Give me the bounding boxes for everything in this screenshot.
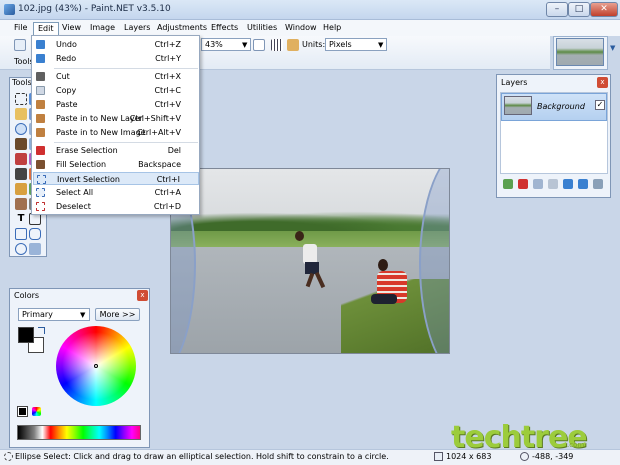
menu-separator xyxy=(54,142,198,143)
rectangle-select-tool-icon[interactable] xyxy=(15,93,27,105)
layer-thumbnail xyxy=(504,96,532,115)
chevron-down-icon[interactable]: ▼ xyxy=(378,41,383,49)
colors-panel-title: Colors xyxy=(14,291,40,300)
maximize-button[interactable]: □ xyxy=(568,2,590,17)
paste-icon xyxy=(36,100,45,109)
freeform-shape-icon[interactable] xyxy=(29,243,41,255)
erase-icon xyxy=(36,146,45,155)
units-label: Units: xyxy=(302,40,326,49)
layer-properties-icon[interactable] xyxy=(593,179,603,189)
menu-item-invert-selection[interactable]: Invert Selection Ctrl+I xyxy=(33,172,199,185)
rectangle-tool-icon[interactable] xyxy=(15,228,27,240)
techtree-watermark: techtree xyxy=(451,420,588,455)
image-size-icon xyxy=(434,452,443,461)
colors-panel-close-button[interactable]: x xyxy=(137,290,148,301)
image-tab-thumbnail[interactable] xyxy=(556,38,604,66)
ruler-icon[interactable] xyxy=(287,39,299,51)
ellipse-select-icon xyxy=(4,452,13,461)
menu-item-paste-new-image[interactable]: Paste in to New Image Ctrl+Alt+V xyxy=(33,126,199,139)
edit-menu-dropdown: Undo Ctrl+Z Redo Ctrl+Y Cut Ctrl+X Copy … xyxy=(31,35,200,215)
menu-item-copy[interactable]: Copy Ctrl+C xyxy=(33,84,199,97)
window-title: 102.jpg (43%) - Paint.NET v3.5.10 xyxy=(18,4,171,14)
undo-icon xyxy=(36,40,45,49)
move-layer-down-icon[interactable] xyxy=(578,179,588,189)
menu-help[interactable]: Help xyxy=(319,22,345,36)
copy-icon xyxy=(36,86,45,95)
menu-window[interactable]: Window xyxy=(281,22,321,36)
menu-view[interactable]: View xyxy=(58,22,85,36)
tools-panel-title: Tools xyxy=(12,78,32,87)
pencil-icon[interactable] xyxy=(15,168,27,180)
delete-layer-icon[interactable] xyxy=(518,179,528,189)
techtree-watermark-domain: .com xyxy=(567,441,585,449)
text-tool-icon[interactable]: T xyxy=(15,213,27,225)
layers-panel-close-button[interactable]: x xyxy=(597,77,608,88)
primary-color-swatch[interactable] xyxy=(18,327,34,343)
menu-adjustments[interactable]: Adjustments xyxy=(153,22,211,36)
menu-item-fill-selection[interactable]: Fill Selection Backspace xyxy=(33,158,199,171)
cut-icon xyxy=(36,72,45,81)
menu-utilities[interactable]: Utilities xyxy=(243,22,281,36)
menu-effects[interactable]: Effects xyxy=(207,22,242,36)
photo-person-legs xyxy=(371,294,397,304)
menu-item-redo[interactable]: Redo Ctrl+Y xyxy=(33,52,199,65)
deselect-icon xyxy=(36,202,45,211)
image-canvas[interactable] xyxy=(170,168,450,354)
paste-new-layer-icon xyxy=(36,114,45,123)
color-palette[interactable] xyxy=(17,425,141,440)
menu-bar: File Edit View Image Layers Adjustments … xyxy=(0,20,620,36)
menu-file[interactable]: File xyxy=(10,22,31,36)
new-image-icon[interactable] xyxy=(14,39,26,51)
add-layer-icon[interactable] xyxy=(503,179,513,189)
grid-icon[interactable] xyxy=(271,39,283,51)
chevron-down-icon[interactable]: ▼ xyxy=(242,41,247,49)
invert-selection-icon xyxy=(37,175,46,184)
menu-item-paste-new-layer[interactable]: Paste in to New Layer Ctrl+Shift+V xyxy=(33,112,199,125)
clone-stamp-icon[interactable] xyxy=(15,198,27,210)
duplicate-layer-icon[interactable] xyxy=(533,179,543,189)
chevron-down-icon[interactable]: ▼ xyxy=(610,44,615,52)
more-colors-button[interactable]: More >> xyxy=(95,308,140,321)
chevron-down-icon[interactable]: ▼ xyxy=(80,311,85,319)
menu-item-deselect[interactable]: Deselect Ctrl+D xyxy=(33,200,199,213)
paint-net-app-icon xyxy=(4,4,15,15)
menu-layers[interactable]: Layers xyxy=(120,22,154,36)
paint-bucket-icon[interactable] xyxy=(15,153,27,165)
close-button[interactable]: ✕ xyxy=(590,2,618,17)
layers-panel-title: Layers xyxy=(501,78,528,87)
swap-colors-icon[interactable] xyxy=(38,327,45,334)
layer-name: Background xyxy=(537,102,585,111)
move-layer-up-icon[interactable] xyxy=(563,179,573,189)
menu-item-erase-selection[interactable]: Erase Selection Del xyxy=(33,144,199,157)
menu-item-undo[interactable]: Undo Ctrl+Z xyxy=(33,38,199,51)
menu-separator xyxy=(54,68,198,69)
reset-colors-icon[interactable] xyxy=(17,406,28,417)
rounded-rectangle-icon[interactable] xyxy=(29,228,41,240)
paste-new-image-icon xyxy=(36,128,45,137)
brush-icon[interactable] xyxy=(15,183,27,195)
merge-layer-icon[interactable] xyxy=(548,179,558,189)
status-hint: Ellipse Select: Click and drag to draw a… xyxy=(15,452,389,461)
palette-menu-icon[interactable] xyxy=(32,407,41,416)
minimize-button[interactable]: – xyxy=(546,2,568,17)
color-wheel-cursor[interactable] xyxy=(94,364,98,368)
ellipse-tool-icon[interactable] xyxy=(15,243,27,255)
photo-person-shirt xyxy=(303,244,317,264)
lasso-tool-icon[interactable] xyxy=(15,138,27,150)
photo-person-head xyxy=(378,259,388,271)
menu-item-select-all[interactable]: Select All Ctrl+A xyxy=(33,186,199,199)
select-all-icon xyxy=(36,188,45,197)
fill-icon xyxy=(36,160,45,169)
menu-item-cut[interactable]: Cut Ctrl+X xyxy=(33,70,199,83)
ellipse-select-tool-icon[interactable] xyxy=(15,123,27,135)
redo-icon xyxy=(36,54,45,63)
layer-visibility-checkbox[interactable]: ✓ xyxy=(595,100,605,110)
menu-item-paste[interactable]: Paste Ctrl+V xyxy=(33,98,199,111)
move-tool-icon[interactable] xyxy=(15,108,27,120)
menu-edit[interactable]: Edit xyxy=(33,22,59,36)
zoom-icon[interactable] xyxy=(253,39,265,51)
photo-person-head xyxy=(295,231,304,241)
menu-image[interactable]: Image xyxy=(86,22,119,36)
